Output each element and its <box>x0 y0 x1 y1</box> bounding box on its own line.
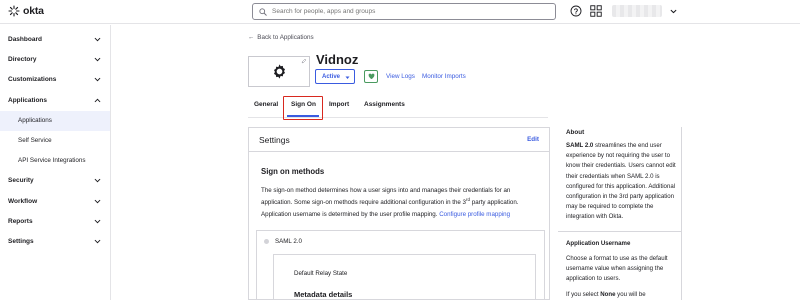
sidebar-item-security[interactable]: Security <box>0 171 110 191</box>
application-username-title: Application Username <box>566 240 631 247</box>
default-relay-state-label: Default Relay State <box>294 270 348 277</box>
search-icon <box>259 7 267 16</box>
about-text: streamlines the end user experience by n… <box>566 142 676 221</box>
arrow-left-icon: ← <box>248 34 255 41</box>
gear-icon <box>273 64 286 79</box>
status-value: Active <box>322 73 341 80</box>
metadata-details-title: Metadata details <box>294 290 353 299</box>
global-search[interactable] <box>252 3 556 20</box>
sidebar-item-label: Security <box>8 177 34 185</box>
sidebar-item-directory[interactable]: Directory <box>0 49 110 69</box>
caret-down-icon <box>345 76 350 79</box>
edit-button[interactable]: Edit <box>527 136 539 143</box>
sidebar-subitem-applications[interactable]: Applications <box>0 110 110 131</box>
tab-general[interactable]: General <box>254 101 278 108</box>
app-title: Vidnoz <box>316 52 359 67</box>
note-prefix: If you select <box>566 291 601 298</box>
about-panel: About SAML 2.0 streamlines the end user … <box>558 127 682 300</box>
sidebar-item-applications[interactable]: Applications <box>0 90 110 110</box>
sidebar: Dashboard Directory Customizations Appli… <box>0 25 111 300</box>
monitor-imports-link[interactable]: Monitor Imports <box>422 73 466 80</box>
saml-bold: SAML 2.0 <box>566 142 594 149</box>
chevron-down-icon <box>94 78 101 82</box>
chevron-down-icon <box>94 37 101 42</box>
sidebar-item-reports[interactable]: Reports <box>0 211 110 231</box>
username-mapping-note: Application username is determined by th… <box>261 211 510 218</box>
settings-title: Settings <box>259 134 290 145</box>
sidebar-subitem-api-service-integrations[interactable]: API Service Integrations <box>0 151 110 171</box>
note-bold: None <box>600 291 616 298</box>
tab-assignments[interactable]: Assignments <box>364 101 405 108</box>
settings-header: Settings Edit <box>249 128 549 152</box>
back-to-applications-link[interactable]: ← Back to Applications <box>248 34 314 41</box>
sidebar-item-label: Dashboard <box>8 35 42 43</box>
app-logo <box>248 56 310 87</box>
chevron-down-icon <box>670 9 677 13</box>
help-icon[interactable] <box>570 5 582 17</box>
none-option-note: If you select None you will be <box>566 290 679 300</box>
saml-details: Default Relay State Metadata details <box>273 254 536 300</box>
back-link-label: Back to Applications <box>257 34 314 41</box>
sidebar-subitem-label: Applications <box>18 117 52 125</box>
chevron-up-icon <box>94 98 101 102</box>
sidebar-item-label: Reports <box>8 218 33 226</box>
about-title: About <box>566 129 585 136</box>
pencil-icon[interactable] <box>301 58 307 64</box>
user-menu[interactable] <box>612 5 677 17</box>
about-divider <box>558 231 682 232</box>
sidebar-item-workflow[interactable]: Workflow <box>0 191 110 211</box>
push-groups-button[interactable] <box>364 70 378 83</box>
chevron-down-icon <box>94 240 101 244</box>
sidebar-item-label: Settings <box>8 238 34 246</box>
sign-on-methods-description: The sign-on method determines how a user… <box>261 186 543 208</box>
view-logs-link[interactable]: View Logs <box>386 73 415 80</box>
chevron-down-icon <box>94 57 101 62</box>
saml-radio[interactable] <box>264 239 269 244</box>
sidebar-item-dashboard[interactable]: Dashboard <box>0 29 110 49</box>
okta-logo[interactable]: okta <box>8 5 44 17</box>
note-suffix: you will be <box>615 291 646 298</box>
sidebar-item-label: Directory <box>8 56 37 64</box>
top-bar: okta <box>0 0 800 24</box>
highlight-box <box>283 96 323 120</box>
sidebar-item-customizations[interactable]: Customizations <box>0 70 110 90</box>
sidebar-subitem-self-service[interactable]: Self Service <box>0 131 110 151</box>
search-input[interactable] <box>272 8 542 15</box>
saml-label: SAML 2.0 <box>275 238 302 245</box>
chevron-down-icon <box>94 199 101 203</box>
status-dropdown[interactable]: Active <box>315 69 355 84</box>
chevron-down-icon <box>94 219 101 224</box>
sidebar-subitem-label: Self Service <box>18 137 52 145</box>
sidebar-subitem-label: API Service Integrations <box>18 157 86 165</box>
okta-logo-icon <box>8 5 20 17</box>
settings-card: Settings Edit Sign on methods The sign-o… <box>248 127 550 300</box>
about-description: SAML 2.0 streamlines the end user experi… <box>566 141 679 223</box>
heart-icon <box>368 73 374 80</box>
sidebar-item-label: Workflow <box>8 197 38 205</box>
apps-grid-icon[interactable] <box>589 4 603 18</box>
chevron-down-icon <box>94 179 101 183</box>
sidebar-item-settings[interactable]: Settings <box>0 232 110 252</box>
sign-on-methods-title: Sign on methods <box>261 167 325 176</box>
sidebar-item-label: Applications <box>8 96 48 104</box>
tab-import[interactable]: Import <box>329 101 349 108</box>
application-username-description: Choose a format to use as the default us… <box>566 255 668 283</box>
description-text-end: party application. <box>470 199 519 207</box>
user-name-redacted <box>612 5 662 17</box>
logo-text: okta <box>23 5 44 17</box>
saml-option: SAML 2.0 Default Relay State Metadata de… <box>256 230 545 300</box>
configure-profile-mapping-link[interactable]: Configure profile mapping <box>439 211 510 218</box>
mapping-text: Application username is determined by th… <box>261 211 438 218</box>
sidebar-item-label: Customizations <box>8 76 57 84</box>
